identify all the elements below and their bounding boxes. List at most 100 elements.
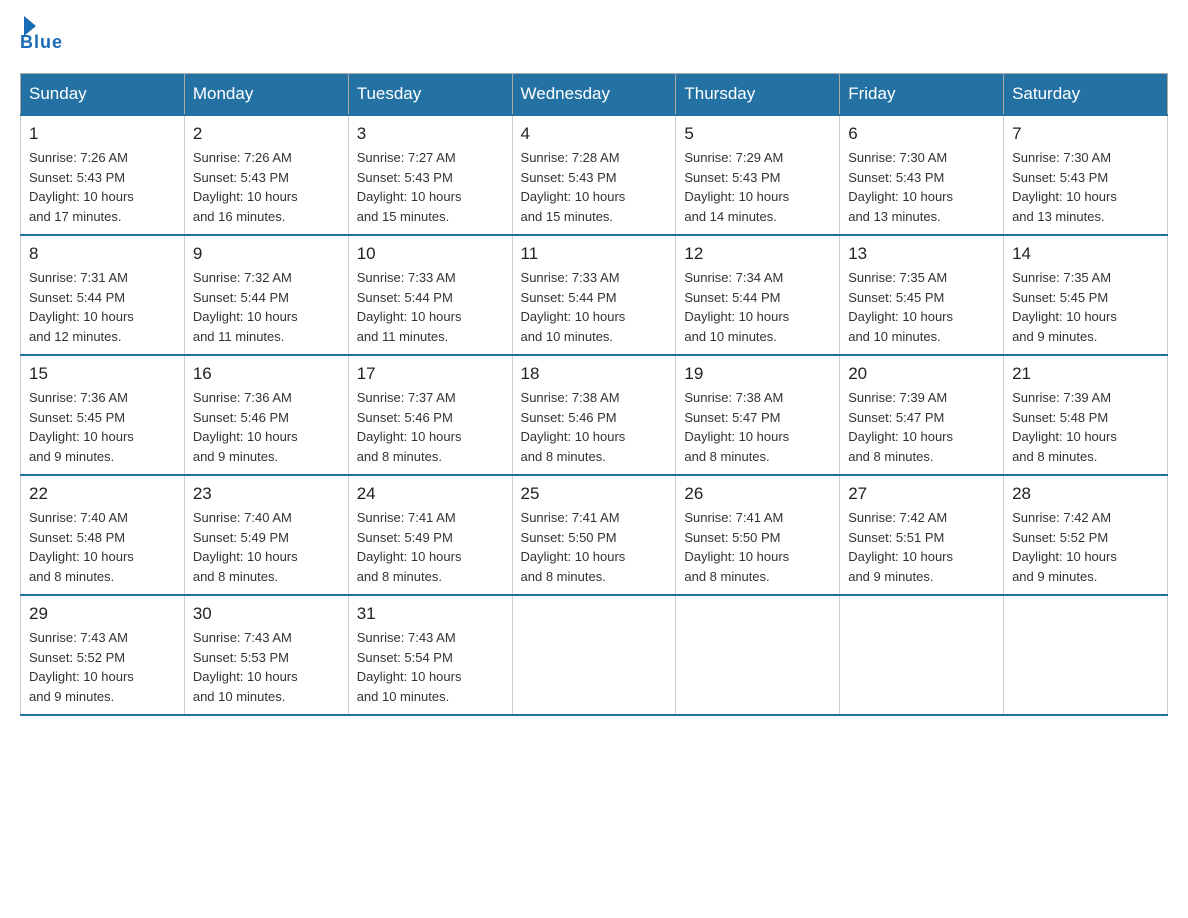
day-info: Sunrise: 7:42 AMSunset: 5:51 PMDaylight:… [848,508,995,586]
calendar-week-row: 8 Sunrise: 7:31 AMSunset: 5:44 PMDayligh… [21,235,1168,355]
day-info: Sunrise: 7:33 AMSunset: 5:44 PMDaylight:… [521,268,668,346]
day-info: Sunrise: 7:40 AMSunset: 5:48 PMDaylight:… [29,508,176,586]
day-number: 26 [684,484,831,504]
day-info: Sunrise: 7:40 AMSunset: 5:49 PMDaylight:… [193,508,340,586]
table-row: 27 Sunrise: 7:42 AMSunset: 5:51 PMDaylig… [840,475,1004,595]
day-number: 9 [193,244,340,264]
day-info: Sunrise: 7:36 AMSunset: 5:46 PMDaylight:… [193,388,340,466]
day-number: 18 [521,364,668,384]
day-info: Sunrise: 7:29 AMSunset: 5:43 PMDaylight:… [684,148,831,226]
table-row: 11 Sunrise: 7:33 AMSunset: 5:44 PMDaylig… [512,235,676,355]
day-number: 2 [193,124,340,144]
day-info: Sunrise: 7:43 AMSunset: 5:53 PMDaylight:… [193,628,340,706]
day-number: 8 [29,244,176,264]
calendar-header-row: Sunday Monday Tuesday Wednesday Thursday… [21,74,1168,116]
header-tuesday: Tuesday [348,74,512,116]
day-info: Sunrise: 7:36 AMSunset: 5:45 PMDaylight:… [29,388,176,466]
day-number: 5 [684,124,831,144]
table-row: 24 Sunrise: 7:41 AMSunset: 5:49 PMDaylig… [348,475,512,595]
table-row: 4 Sunrise: 7:28 AMSunset: 5:43 PMDayligh… [512,115,676,235]
table-row: 21 Sunrise: 7:39 AMSunset: 5:48 PMDaylig… [1004,355,1168,475]
day-number: 11 [521,244,668,264]
table-row: 29 Sunrise: 7:43 AMSunset: 5:52 PMDaylig… [21,595,185,715]
header-saturday: Saturday [1004,74,1168,116]
header-monday: Monday [184,74,348,116]
day-info: Sunrise: 7:26 AMSunset: 5:43 PMDaylight:… [193,148,340,226]
table-row: 2 Sunrise: 7:26 AMSunset: 5:43 PMDayligh… [184,115,348,235]
day-info: Sunrise: 7:32 AMSunset: 5:44 PMDaylight:… [193,268,340,346]
day-number: 27 [848,484,995,504]
day-info: Sunrise: 7:38 AMSunset: 5:46 PMDaylight:… [521,388,668,466]
day-number: 29 [29,604,176,624]
day-info: Sunrise: 7:37 AMSunset: 5:46 PMDaylight:… [357,388,504,466]
table-row: 28 Sunrise: 7:42 AMSunset: 5:52 PMDaylig… [1004,475,1168,595]
day-info: Sunrise: 7:30 AMSunset: 5:43 PMDaylight:… [1012,148,1159,226]
table-row: 13 Sunrise: 7:35 AMSunset: 5:45 PMDaylig… [840,235,1004,355]
table-row: 15 Sunrise: 7:36 AMSunset: 5:45 PMDaylig… [21,355,185,475]
table-row: 3 Sunrise: 7:27 AMSunset: 5:43 PMDayligh… [348,115,512,235]
day-number: 6 [848,124,995,144]
table-row: 6 Sunrise: 7:30 AMSunset: 5:43 PMDayligh… [840,115,1004,235]
day-number: 14 [1012,244,1159,264]
header-thursday: Thursday [676,74,840,116]
day-number: 31 [357,604,504,624]
day-number: 7 [1012,124,1159,144]
logo: Blue [20,20,63,53]
table-row: 8 Sunrise: 7:31 AMSunset: 5:44 PMDayligh… [21,235,185,355]
day-number: 24 [357,484,504,504]
day-info: Sunrise: 7:42 AMSunset: 5:52 PMDaylight:… [1012,508,1159,586]
day-number: 28 [1012,484,1159,504]
day-info: Sunrise: 7:43 AMSunset: 5:54 PMDaylight:… [357,628,504,706]
table-row: 30 Sunrise: 7:43 AMSunset: 5:53 PMDaylig… [184,595,348,715]
calendar-table: Sunday Monday Tuesday Wednesday Thursday… [20,73,1168,716]
day-info: Sunrise: 7:41 AMSunset: 5:49 PMDaylight:… [357,508,504,586]
table-row: 22 Sunrise: 7:40 AMSunset: 5:48 PMDaylig… [21,475,185,595]
day-info: Sunrise: 7:38 AMSunset: 5:47 PMDaylight:… [684,388,831,466]
day-info: Sunrise: 7:41 AMSunset: 5:50 PMDaylight:… [521,508,668,586]
table-row: 25 Sunrise: 7:41 AMSunset: 5:50 PMDaylig… [512,475,676,595]
day-number: 16 [193,364,340,384]
table-row [676,595,840,715]
day-number: 20 [848,364,995,384]
day-number: 23 [193,484,340,504]
logo-underline: Blue [20,32,63,53]
calendar-week-row: 22 Sunrise: 7:40 AMSunset: 5:48 PMDaylig… [21,475,1168,595]
day-number: 30 [193,604,340,624]
day-info: Sunrise: 7:30 AMSunset: 5:43 PMDaylight:… [848,148,995,226]
day-number: 25 [521,484,668,504]
day-number: 4 [521,124,668,144]
table-row: 18 Sunrise: 7:38 AMSunset: 5:46 PMDaylig… [512,355,676,475]
table-row: 31 Sunrise: 7:43 AMSunset: 5:54 PMDaylig… [348,595,512,715]
day-number: 10 [357,244,504,264]
table-row [1004,595,1168,715]
header-sunday: Sunday [21,74,185,116]
day-info: Sunrise: 7:41 AMSunset: 5:50 PMDaylight:… [684,508,831,586]
table-row [840,595,1004,715]
table-row: 10 Sunrise: 7:33 AMSunset: 5:44 PMDaylig… [348,235,512,355]
header-friday: Friday [840,74,1004,116]
day-number: 3 [357,124,504,144]
table-row: 16 Sunrise: 7:36 AMSunset: 5:46 PMDaylig… [184,355,348,475]
day-info: Sunrise: 7:35 AMSunset: 5:45 PMDaylight:… [848,268,995,346]
day-info: Sunrise: 7:35 AMSunset: 5:45 PMDaylight:… [1012,268,1159,346]
day-number: 22 [29,484,176,504]
day-info: Sunrise: 7:26 AMSunset: 5:43 PMDaylight:… [29,148,176,226]
table-row: 12 Sunrise: 7:34 AMSunset: 5:44 PMDaylig… [676,235,840,355]
table-row [512,595,676,715]
day-number: 1 [29,124,176,144]
table-row: 1 Sunrise: 7:26 AMSunset: 5:43 PMDayligh… [21,115,185,235]
day-info: Sunrise: 7:28 AMSunset: 5:43 PMDaylight:… [521,148,668,226]
table-row: 14 Sunrise: 7:35 AMSunset: 5:45 PMDaylig… [1004,235,1168,355]
day-info: Sunrise: 7:43 AMSunset: 5:52 PMDaylight:… [29,628,176,706]
day-number: 21 [1012,364,1159,384]
table-row: 5 Sunrise: 7:29 AMSunset: 5:43 PMDayligh… [676,115,840,235]
day-info: Sunrise: 7:34 AMSunset: 5:44 PMDaylight:… [684,268,831,346]
day-number: 12 [684,244,831,264]
calendar-week-row: 15 Sunrise: 7:36 AMSunset: 5:45 PMDaylig… [21,355,1168,475]
header-wednesday: Wednesday [512,74,676,116]
day-number: 19 [684,364,831,384]
table-row: 26 Sunrise: 7:41 AMSunset: 5:50 PMDaylig… [676,475,840,595]
day-info: Sunrise: 7:39 AMSunset: 5:48 PMDaylight:… [1012,388,1159,466]
day-number: 17 [357,364,504,384]
table-row: 7 Sunrise: 7:30 AMSunset: 5:43 PMDayligh… [1004,115,1168,235]
